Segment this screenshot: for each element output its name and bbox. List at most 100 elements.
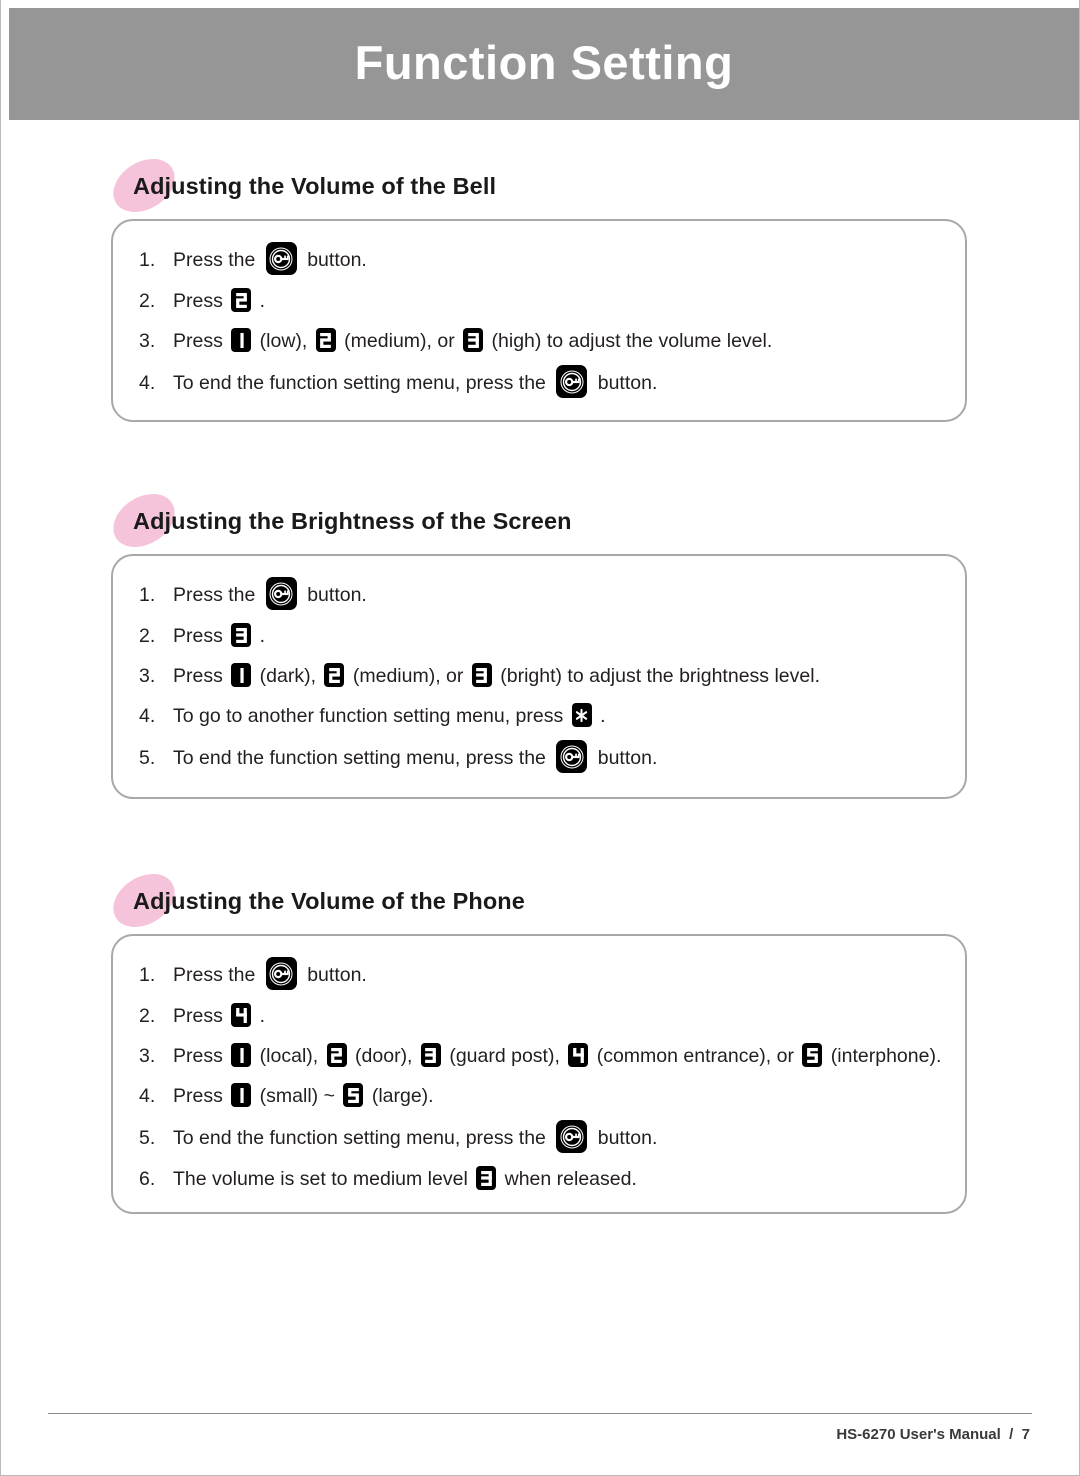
section-brightness-of-screen: Adjusting the Brightness of the Screen 1…	[103, 483, 967, 799]
step-text-fragment: (guard post),	[443, 1045, 566, 1067]
step-text-fragment: To end the function setting menu, press …	[173, 1126, 552, 1149]
keypad-4-icon	[231, 1003, 252, 1027]
section-heading: Adjusting the Volume of the Bell	[103, 148, 967, 223]
step-text-fragment: .	[594, 705, 606, 727]
step-text-fragment: .	[254, 625, 266, 647]
step-text: To end the function setting menu, press …	[173, 740, 658, 774]
call-key-icon	[265, 242, 297, 275]
step-number: 3.	[139, 1045, 156, 1067]
keypad-star-icon	[571, 703, 592, 727]
step-text-fragment: button.	[592, 746, 658, 769]
step-text: The volume is set to medium level when r…	[173, 1164, 637, 1194]
keypad-5-icon	[343, 1083, 364, 1107]
step-number: 3.	[139, 330, 156, 352]
step-text-fragment: (common entrance), or	[591, 1045, 800, 1067]
step-number: 6.	[139, 1168, 156, 1190]
step-text-fragment: (low),	[254, 330, 313, 352]
keypad-3-icon	[420, 1043, 441, 1067]
step-text-fragment: (interphone).	[825, 1045, 942, 1067]
step-item: 2. Press .	[139, 621, 939, 651]
step-text-fragment: The volume is set to medium level	[173, 1168, 474, 1190]
step-text: Press the button.	[173, 577, 367, 611]
step-item: 2. Press .	[139, 1001, 939, 1031]
keypad-5-icon	[802, 1043, 823, 1067]
call-key-icon	[556, 740, 588, 773]
step-text-fragment: Press the	[173, 248, 261, 271]
keypad-3-icon	[471, 663, 492, 687]
step-text-fragment: To end the function setting menu, press …	[173, 371, 552, 394]
step-text-fragment: (medium), or	[338, 330, 461, 352]
step-text: Press (dark), (medium), or (bright) to a…	[173, 661, 820, 691]
step-text-fragment: To go to another function setting menu, …	[173, 705, 569, 727]
step-text-fragment: (dark),	[254, 665, 322, 687]
step-item: 1. Press the button.	[139, 242, 939, 276]
step-text: To end the function setting menu, press …	[173, 365, 658, 399]
keypad-4-icon	[568, 1043, 589, 1067]
step-number: 1.	[139, 583, 156, 606]
page-content: Adjusting the Volume of the Bell 1. Press…	[1, 120, 1079, 1475]
step-text: Press the button.	[173, 242, 367, 276]
step-text-fragment: (bright) to adjust the brightness level.	[494, 665, 820, 687]
step-item: 1. Press the button.	[139, 577, 939, 611]
step-number: 2.	[139, 1005, 156, 1027]
step-text: To end the function setting menu, press …	[173, 1120, 658, 1154]
step-text-fragment: (door),	[349, 1045, 418, 1067]
step-text: Press the button.	[173, 957, 367, 991]
step-text-fragment: Press	[173, 1045, 229, 1067]
keypad-1-icon	[231, 1083, 252, 1107]
step-item: 4. To end the function setting menu, pres…	[139, 365, 939, 399]
step-item: 3. Press (low), (medium), or (high) to ad…	[139, 326, 939, 356]
step-text-fragment: button.	[301, 583, 367, 606]
section-volume-of-bell: Adjusting the Volume of the Bell 1. Press…	[103, 148, 967, 422]
call-key-icon	[556, 365, 588, 398]
step-item: 2. Press .	[139, 286, 939, 316]
keypad-2-icon	[231, 288, 252, 312]
step-number: 2.	[139, 625, 156, 647]
step-number: 2.	[139, 290, 156, 312]
keypad-2-icon	[315, 328, 336, 352]
step-text-fragment: button.	[592, 1126, 658, 1149]
section-heading: Adjusting the Brightness of the Screen	[103, 483, 967, 558]
call-key-icon	[556, 1120, 588, 1153]
keypad-1-icon	[231, 663, 252, 687]
step-text-fragment: button.	[301, 248, 367, 271]
step-text-fragment: Press	[173, 330, 229, 352]
call-key-icon	[265, 577, 297, 610]
step-number: 1.	[139, 248, 156, 271]
step-text-fragment: button.	[592, 371, 658, 394]
step-number: 5.	[139, 746, 156, 769]
step-text: Press .	[173, 621, 265, 651]
step-number: 5.	[139, 1126, 156, 1149]
step-text-fragment: To end the function setting menu, press …	[173, 746, 552, 769]
section-volume-of-phone: Adjusting the Volume of the Phone 1. Pres…	[103, 863, 967, 1214]
step-item: 5. To end the function setting menu, pres…	[139, 740, 939, 774]
step-number: 1.	[139, 963, 156, 986]
section-heading-label: Adjusting the Volume of the Bell	[133, 173, 497, 199]
footer-divider	[48, 1413, 1032, 1414]
page-title: Function Setting	[354, 35, 734, 89]
step-text: Press .	[173, 286, 265, 316]
step-text-fragment: Press	[173, 1085, 229, 1107]
step-text-fragment: when released.	[499, 1168, 637, 1190]
step-number: 4.	[139, 371, 156, 394]
steps-list: 1. Press the button. 2. Press . 3. Press (loc…	[139, 957, 941, 1194]
keypad-3-icon	[231, 623, 252, 647]
step-number: 3.	[139, 665, 156, 687]
step-text: Press (local), (door), (guard post), (co…	[173, 1041, 941, 1071]
step-text-fragment: (high) to adjust the volume level.	[486, 330, 773, 352]
step-text: Press .	[173, 1001, 265, 1031]
keypad-1-icon	[231, 1043, 252, 1067]
step-text-fragment: (large).	[366, 1085, 434, 1107]
call-key-icon	[265, 957, 297, 990]
section-heading: Adjusting the Volume of the Phone	[103, 863, 967, 938]
steps-list: 1. Press the button. 2. Press . 3. Press (dar…	[139, 577, 939, 774]
section-heading-label: Adjusting the Volume of the Phone	[133, 888, 525, 914]
step-item: 4. Press (small) ~ (large).	[139, 1081, 939, 1111]
step-text-fragment: .	[254, 290, 266, 312]
step-item: 1. Press the button.	[139, 957, 939, 991]
keypad-2-icon	[326, 1043, 347, 1067]
step-text-fragment: Press the	[173, 583, 261, 606]
step-number: 4.	[139, 705, 156, 727]
step-item: 5. To end the function setting menu, pres…	[139, 1120, 939, 1154]
keypad-3-icon	[463, 328, 484, 352]
